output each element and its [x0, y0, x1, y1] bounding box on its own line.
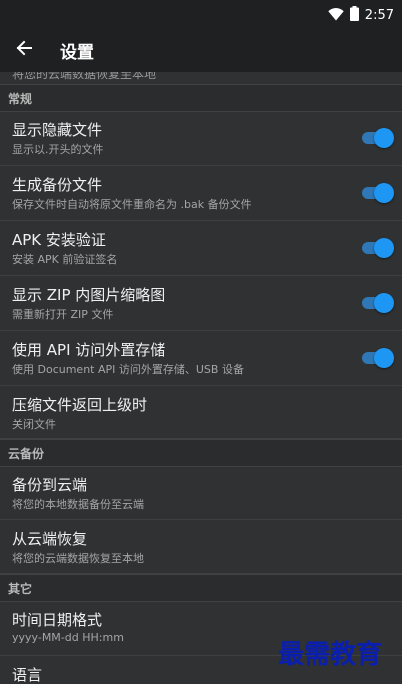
section-label: 其它 [8, 582, 33, 596]
show-hidden-toggle[interactable] [360, 128, 394, 148]
setting-title: 生成备份文件 [12, 176, 103, 194]
setting-subtitle: 显示以.开头的文件 [12, 143, 104, 156]
setting-subtitle: 关闭文件 [12, 418, 56, 431]
partial-row[interactable]: 将您的云端数据恢复至本地 [0, 72, 402, 84]
status-indicators: 2:57 [328, 6, 394, 25]
setting-title: 语言 [12, 666, 43, 684]
section-header-cloud: 云备份 [0, 439, 402, 467]
setting-title: 显示 ZIP 内图片缩略图 [12, 286, 166, 304]
setting-generate-backup[interactable]: 生成备份文件 保存文件时自动将原文件重命名为 .bak 备份文件 [0, 166, 402, 221]
setting-subtitle: 将您的本地数据备份至云端 [12, 498, 144, 511]
wifi-icon [328, 6, 344, 25]
setting-api-external-storage[interactable]: 使用 API 访问外置存储 使用 Document API 访问外置存储、USB… [0, 331, 402, 386]
setting-title: 从云端恢复 [12, 530, 88, 548]
backup-toggle[interactable] [360, 183, 394, 203]
section-header-other: 其它 [0, 574, 402, 602]
status-time: 2:57 [364, 8, 394, 23]
setting-title: 显示隐藏文件 [12, 121, 103, 139]
back-arrow-icon [16, 40, 32, 60]
setting-subtitle: 安装 APK 前验证签名 [12, 253, 118, 266]
status-bar: 2:57 [0, 0, 402, 28]
watermark-logo: 最需教育 [278, 640, 383, 670]
setting-subtitle: 使用 Document API 访问外置存储、USB 设备 [12, 363, 244, 376]
setting-zip-back-behavior[interactable]: 压缩文件返回上级时 关闭文件 [0, 386, 402, 439]
setting-title: 时间日期格式 [12, 611, 103, 629]
setting-apk-verify[interactable]: APK 安装验证 安装 APK 前验证签名 [0, 221, 402, 276]
setting-title: 备份到云端 [12, 476, 88, 494]
setting-show-hidden-files[interactable]: 显示隐藏文件 显示以.开头的文件 [0, 111, 402, 166]
setting-title: APK 安装验证 [12, 231, 106, 249]
api-storage-toggle[interactable] [360, 348, 394, 368]
app-bar: 设置 [0, 28, 402, 72]
setting-subtitle: yyyy-MM-dd HH:mm [12, 631, 124, 644]
setting-cloud-restore[interactable]: 从云端恢复 将您的云端数据恢复至本地 [0, 520, 402, 574]
battery-icon [349, 6, 359, 25]
section-label: 云备份 [8, 447, 45, 461]
page-title: 设置 [60, 43, 94, 63]
setting-title: 压缩文件返回上级时 [12, 396, 148, 414]
setting-title: 使用 API 访问外置存储 [12, 341, 166, 359]
back-button[interactable] [8, 34, 40, 66]
setting-subtitle: 保存文件时自动将原文件重命名为 .bak 备份文件 [12, 198, 252, 211]
section-label: 常规 [8, 92, 33, 106]
zip-thumbnail-toggle[interactable] [360, 293, 394, 313]
setting-zip-thumbnails[interactable]: 显示 ZIP 内图片缩略图 需重新打开 ZIP 文件 [0, 276, 402, 331]
partial-row-text: 将您的云端数据恢复至本地 [12, 72, 157, 81]
setting-subtitle: 需重新打开 ZIP 文件 [12, 308, 114, 321]
setting-cloud-backup[interactable]: 备份到云端 将您的本地数据备份至云端 [0, 466, 402, 520]
settings-screen: 2:57 设置 将您的云端数据恢复至本地 常规 显示隐藏文件 显示以.开头的文件… [0, 0, 402, 684]
section-header-general: 常规 [0, 84, 402, 112]
apk-verify-toggle[interactable] [360, 238, 394, 258]
setting-subtitle: 将您的云端数据恢复至本地 [12, 552, 144, 565]
